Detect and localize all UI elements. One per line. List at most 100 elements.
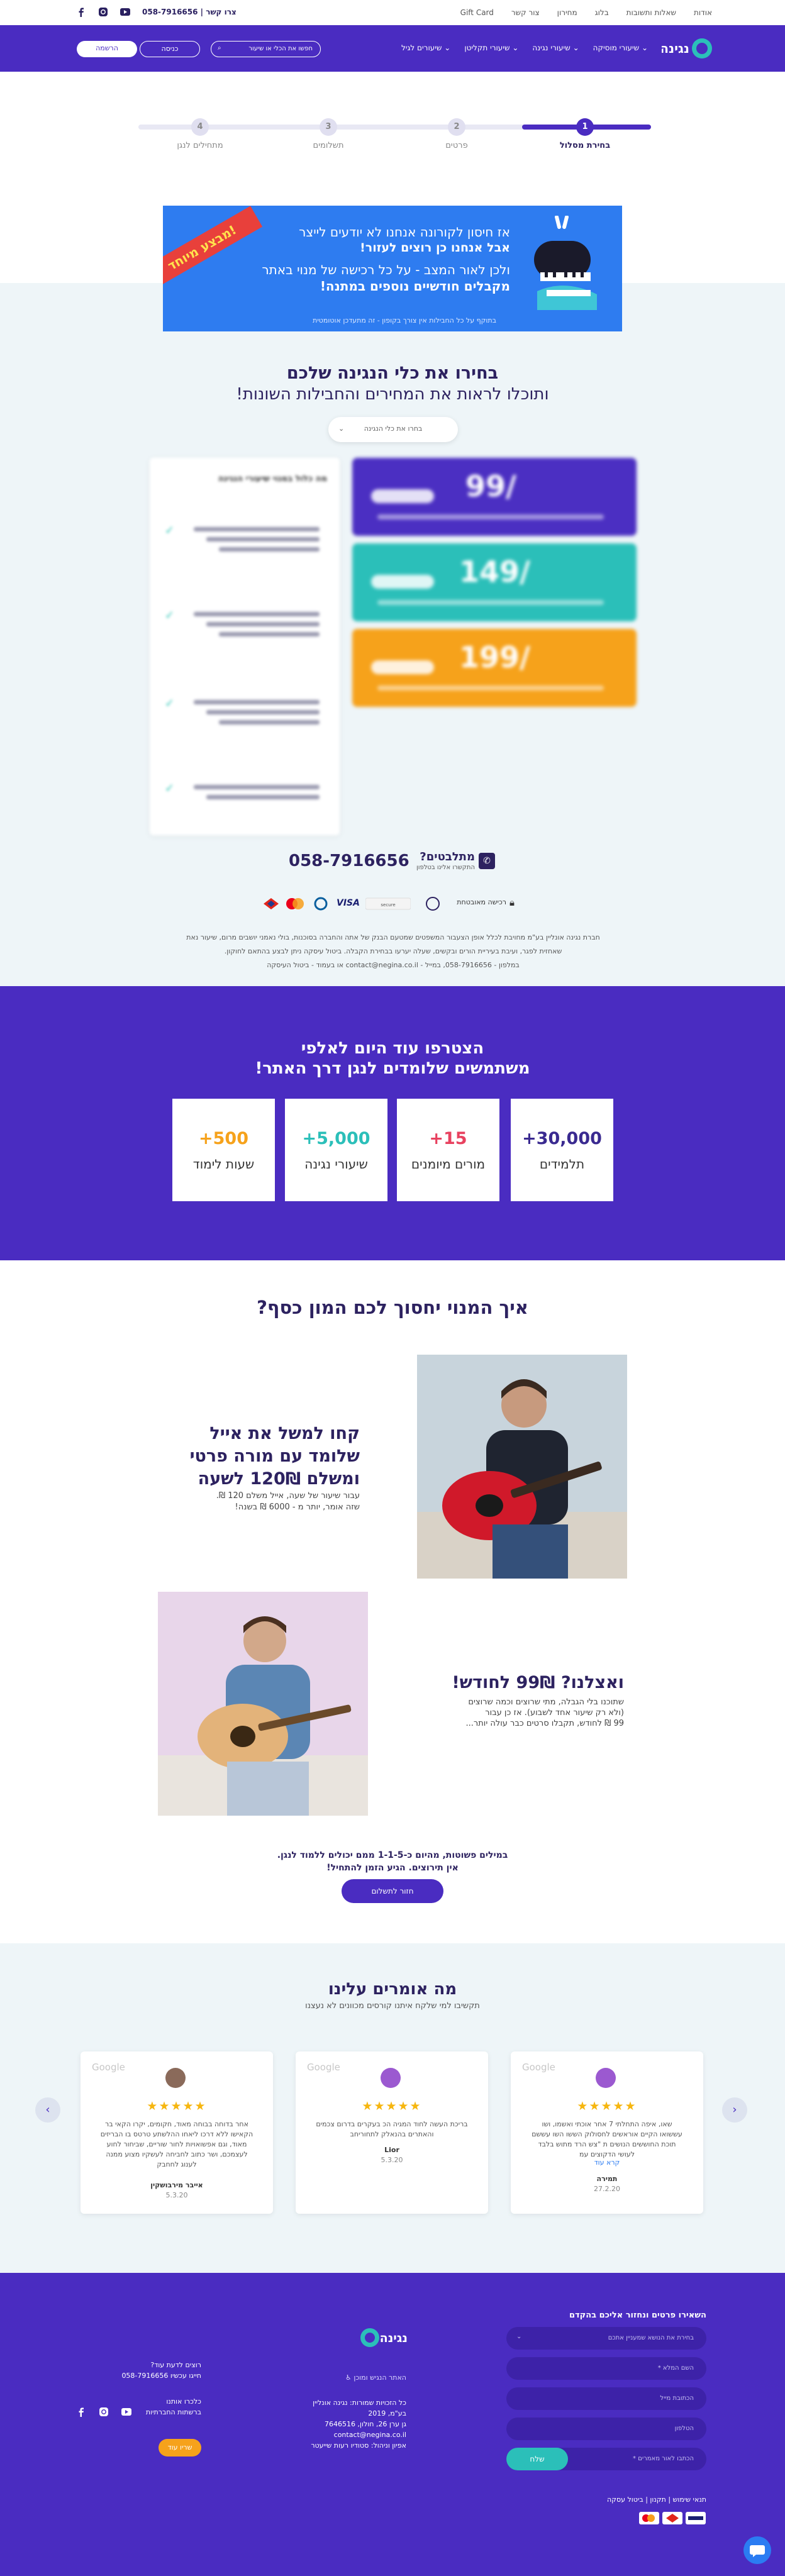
step-2-label: פרטים [445, 141, 468, 150]
youtube-icon[interactable] [121, 2406, 132, 2418]
block1-sub-line1: עבור שיעור של שעה, אייל משלם 120 ₪. [216, 1491, 360, 1501]
reviews-title: מה אומרים עלינו [328, 1980, 457, 1999]
contact-block: רוצים לדעת עוד? חייגו עכשיו 058-7916656 [88, 2360, 201, 2381]
chat-button[interactable] [743, 2536, 771, 2564]
piano-illustration [528, 216, 603, 310]
plan-3-button[interactable] [371, 660, 434, 674]
banner-line-2: אבל אנחנו כן רוצים לעזור! [360, 241, 510, 255]
carousel-next-arrow-icon[interactable]: › [722, 2097, 747, 2123]
payment-methods: 🔒︎ רכישה מאובטחת secure VISA [261, 893, 525, 914]
plan-1-button[interactable] [371, 489, 434, 503]
svg-text:secure: secure [381, 902, 395, 908]
rating-stars: ★★★★★ [577, 2099, 637, 2113]
nav-item-playing[interactable]: שיעורי נגינה ⌄ [532, 43, 579, 52]
footer-logo[interactable]: נגינה [359, 2326, 409, 2350]
closing-line-1: במילים פשוטות, מהיום כ-1-1-5 ממם יכולים … [277, 1850, 508, 1860]
google-logo: Google [92, 2062, 125, 2073]
join-button[interactable]: שריו עוד [159, 2439, 201, 2457]
rating-stars: ★★★★★ [362, 2099, 422, 2113]
instagram-icon[interactable] [97, 6, 109, 18]
visa-icon: VISA [337, 898, 360, 908]
review-date: 5.3.20 [381, 2156, 403, 2164]
top-link-blog[interactable]: בלוג [595, 8, 609, 17]
submit-button[interactable]: שלח [506, 2448, 568, 2470]
legal-contact: במלפון - 058-7916656, במייל - contact@ne… [267, 961, 520, 969]
terms-links[interactable]: תנאי שימוש | תקנון | ביטול עסקה [506, 2496, 706, 2504]
facebook-icon[interactable] [75, 6, 87, 18]
block1-title-line1: קחו למשל את אייל [209, 1424, 360, 1443]
nav-item-label: שיעורי תקליטן [464, 43, 510, 52]
nav-item-age[interactable]: שיעורים לגיל ⌄ [401, 43, 450, 52]
plan-card-1[interactable]: 99/ [352, 458, 637, 536]
instagram-icon[interactable] [98, 2406, 109, 2418]
plan-2-desc [377, 600, 604, 605]
plan-1-price: 99/ [465, 469, 516, 503]
guitarist-photo-1 [417, 1355, 627, 1579]
facebook-icon[interactable] [75, 2406, 87, 2418]
step-1-circle[interactable]: 1 [576, 118, 594, 136]
features-list: מה כלול במנוי שיעורי הנגינה ✓ ✓ ✓ ✓ [150, 458, 340, 835]
plan-2-button[interactable] [371, 575, 434, 589]
youtube-icon[interactable] [120, 6, 131, 18]
read-more-link[interactable]: קרא עוד [511, 2158, 703, 2167]
lock-icon: 🔒︎ [509, 897, 515, 908]
chat-bubble-icon [750, 2545, 765, 2557]
review-name: Lior [384, 2146, 399, 2154]
name-field[interactable]: השם המלא * [506, 2357, 706, 2380]
nav-item-label: שיעורי מוסיקה [593, 43, 640, 52]
email-field[interactable]: הכתובת מייל [506, 2387, 706, 2410]
social-title-1: כלכרו אותנו [166, 2397, 201, 2406]
accessibility-icon: ♿︎ [345, 2373, 352, 2382]
contact-phone[interactable]: חייגו עכשיו 058-7916656 [88, 2370, 201, 2381]
promo-banner[interactable]: מבצע מיוחד! אז חיסון לקורונה אנחנו לא יו… [163, 206, 622, 331]
top-link-faq[interactable]: שאלות ותשובות [626, 8, 676, 17]
plan-card-3[interactable]: 199/ [352, 629, 637, 707]
top-link-pricing[interactable]: מחירון [557, 8, 577, 17]
subject-placeholder: בחירת את הנושא שמעניין אתכם [608, 2334, 694, 2341]
block2-sub-line2: (ולא רק שיעור אחד לשבוע). אז כן עבור [485, 1708, 624, 1718]
stat-number: +500 [199, 1129, 248, 1148]
phone-field[interactable]: הטלפון [506, 2418, 706, 2440]
search-input[interactable]: ⌕ חפשו את הכלי או שיעור [211, 41, 321, 57]
nav-item-label: שיעורים לגיל [401, 43, 442, 52]
step-4-circle: 4 [191, 118, 209, 136]
nav-item-music[interactable]: שיעורי מוסיקה ⌄ [593, 43, 648, 52]
top-link-about[interactable]: אודות [694, 8, 712, 17]
block1-title-line2: שלומד עם מורה פרטי [189, 1446, 360, 1466]
secure-badge-icon [426, 897, 440, 911]
rating-stars: ★★★★★ [147, 2099, 207, 2113]
block2-sub-line3: 99 ₪ לחודש, תקבלו סרטים כבר עולה יותר... [465, 1719, 625, 1728]
top-links: אודות שאלות ותשובות בלוג מחירון צור קשר … [454, 8, 712, 17]
main-nav: נגינה שיעורי מוסיקה ⌄ שיעורי נגינה ⌄ שיע… [0, 25, 785, 72]
plan-card-2[interactable]: 149/ [352, 543, 637, 621]
stat-number: +15 [429, 1129, 467, 1148]
stat-number: +30,000 [522, 1129, 602, 1148]
pricing-title-2: ותוכלו לראות את המחירים והחבילות השונות! [236, 385, 549, 404]
review-date: 27.2.20 [594, 2185, 620, 2193]
chevron-down-icon: ⌄ [572, 43, 579, 52]
top-link-contact[interactable]: צור קשר [511, 8, 540, 17]
nav-item-label: שיעורי נגינה [532, 43, 571, 52]
top-contact[interactable]: צרו קשר | 058-7916656 [142, 8, 237, 16]
accessibility-label[interactable]: האתר הנגיש ומוכן ♿︎ [327, 2372, 406, 2383]
instrument-select[interactable]: בחרו את כלי הנגינה ⌄ [328, 417, 458, 442]
login-button[interactable]: כניסה [140, 41, 200, 57]
top-link-giftcard[interactable]: Gift Card [460, 8, 494, 17]
stat-card-hours: +500 שעות לימוד [172, 1099, 275, 1201]
back-to-payment-button[interactable]: חזור לתשלום [342, 1879, 443, 1903]
stat-label: תלמידים [539, 1157, 585, 1172]
signup-button[interactable]: הרשמה [77, 41, 137, 57]
chevron-down-icon: ⌄ [338, 425, 345, 433]
savings-title: איך המנוי יחסוך לכם המון כסף? [257, 1297, 528, 1318]
help-phone[interactable]: 058-7916656 [289, 852, 409, 870]
phone-icon: ✆ [479, 853, 495, 869]
nav-item-dj[interactable]: שיעורי תקליטן ⌄ [464, 43, 518, 52]
address-line: בע"מ, 2019 [368, 2409, 406, 2418]
carousel-prev-arrow-icon[interactable]: ‹ [35, 2097, 60, 2123]
features-title: מה כלול במנוי שיעורי הנגינה [218, 474, 327, 484]
legal-text: חברת נגינה אונליין בע"מ מחויבת לכלל אופן… [182, 931, 604, 972]
subject-select[interactable]: בחירת את הנושא שמעניין אתכם ⌄ [506, 2327, 706, 2350]
site-logo[interactable]: נגינה [662, 36, 712, 60]
stats-title-2: משתמשים שלומדים לנגן דרך האתר! [255, 1059, 530, 1078]
stat-label: שעות לימוד [192, 1157, 255, 1172]
